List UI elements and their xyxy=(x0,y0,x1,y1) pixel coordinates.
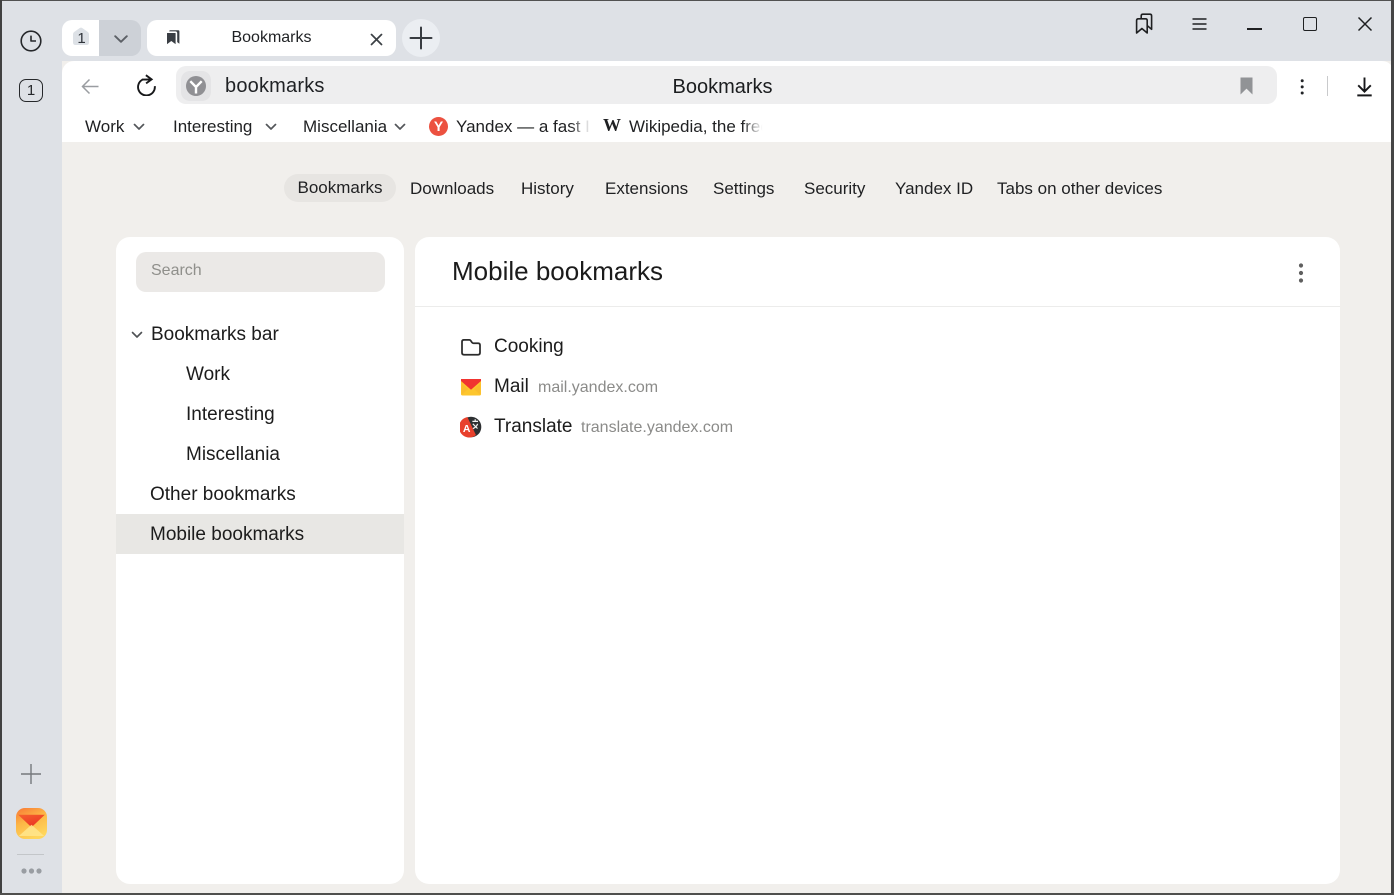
svg-text:A: A xyxy=(463,423,471,435)
